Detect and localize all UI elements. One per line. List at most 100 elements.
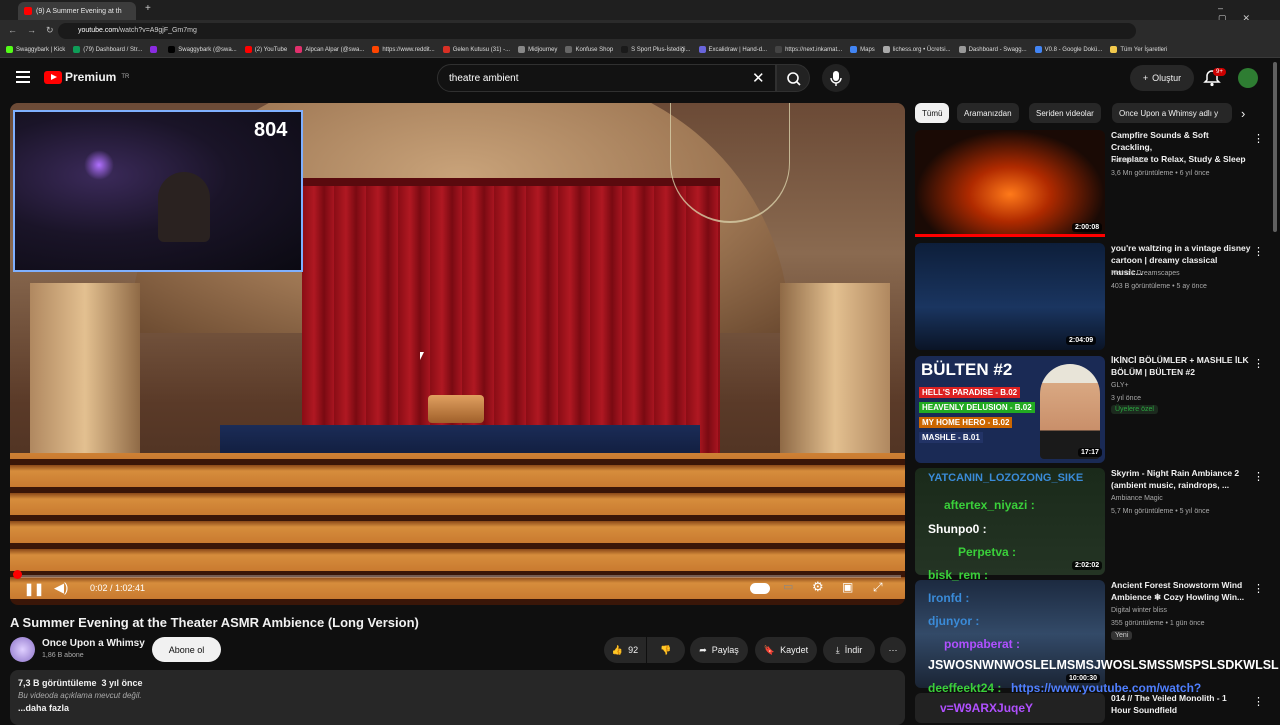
nav-arrows-icon[interactable]: ←→↻: [8, 25, 64, 36]
rec-title-4[interactable]: Skyrim - Night Rain Ambiance 2 (ambient m…: [1111, 468, 1251, 492]
webcam-counter: 804: [254, 119, 288, 141]
share-label: Paylaş: [711, 645, 739, 655]
fullscreen-icon[interactable]: ⤢: [873, 580, 883, 595]
rec-more-icon[interactable]: ⋮: [1253, 357, 1264, 370]
create-button[interactable]: + Oluştur: [1130, 65, 1194, 91]
bookmark-icon: [882, 46, 890, 53]
bookmark-icon: [775, 46, 783, 53]
save-button[interactable]: 🔖 Kaydet: [755, 637, 817, 663]
chevron-right-icon[interactable]: ›: [1241, 106, 1245, 121]
channel-avatar[interactable]: [10, 637, 35, 662]
chat-line: aftertex_niyazi :: [944, 498, 1035, 512]
microphone-icon: [830, 71, 842, 86]
thumb-line: HELL'S PARADISE - B.02: [919, 387, 1021, 398]
bookmark-item[interactable]: (2) YouTube: [244, 46, 287, 53]
rec-channel-5[interactable]: Digital winter bliss: [1111, 607, 1167, 614]
rec-channel-3[interactable]: GLY+: [1111, 382, 1129, 389]
time-display: 0:02 / 1:02:41: [90, 583, 146, 593]
rec-more-icon[interactable]: ⋮: [1253, 470, 1264, 483]
bookmark-icon: [6, 46, 13, 53]
menu-icon[interactable]: [16, 71, 30, 83]
dislike-button[interactable]: 👎: [647, 637, 685, 663]
chip-channel[interactable]: Once Upon a Whimsy adlı y: [1112, 103, 1232, 123]
browser-tab-bar: (9) A Summer Evening at th + –▢✕: [0, 0, 1280, 23]
chip-series[interactable]: Seriden videolar: [1029, 103, 1101, 123]
notification-badge: 9+: [1213, 68, 1226, 76]
rec-thumbnail-1[interactable]: [915, 130, 1105, 237]
search-input[interactable]: theatre ambient: [437, 64, 776, 92]
new-badge: Yeni: [1111, 631, 1133, 640]
bookmark-icon: [850, 46, 858, 53]
chat-line: Shunpo0 :: [928, 522, 987, 536]
bookmark-icon: [295, 46, 303, 53]
rec-more-icon[interactable]: ⋮: [1253, 582, 1264, 595]
url-domain: youtube.com: [78, 27, 119, 34]
new-tab-icon[interactable]: +: [145, 3, 151, 14]
rec-title-3[interactable]: İKİNCİ BÖLÜMLER + MASHLE İLK BÖLÜM | BÜLT…: [1111, 355, 1251, 379]
bookmark-icon: [73, 46, 81, 53]
volume-icon[interactable]: ◀): [54, 580, 68, 596]
rec-more-icon[interactable]: ⋮: [1253, 245, 1264, 258]
description-box[interactable]: 7,3 B görüntüleme 3 yıl önce Bu videoda …: [10, 670, 905, 725]
plus-icon: +: [1142, 73, 1149, 83]
rec-channel-1[interactable]: Nature SFX: [1111, 157, 1148, 164]
subscribe-button[interactable]: Abone ol: [152, 637, 221, 662]
like-button[interactable]: 👍 92: [604, 637, 646, 663]
address-bar[interactable]: youtube.com/watch?v=A9gjF_Gm7mg: [58, 23, 1136, 39]
bookmark-item[interactable]: [150, 46, 160, 53]
chip-all[interactable]: Tümü: [915, 103, 950, 123]
bookmark-item[interactable]: Gelen Kutusu (31) -...: [442, 46, 510, 53]
bookmark-item[interactable]: https://www.reddit...: [372, 46, 435, 53]
bookmark-item[interactable]: https://next.inkamat...: [775, 46, 842, 53]
rec-thumbnail-2[interactable]: [915, 243, 1105, 350]
rec-title-6[interactable]: 014 // The Veiled Monolith - 1 Hour Sound…: [1111, 693, 1251, 717]
subtitles-icon[interactable]: ▭: [783, 580, 793, 593]
progress-scrubber[interactable]: [13, 570, 22, 579]
rec-thumbnail-3[interactable]: BÜLTEN #2 HELL'S PARADISE - B.02 HEAVENL…: [915, 356, 1105, 463]
scrollbar[interactable]: [1273, 62, 1277, 232]
chat-line: pompaberat :: [944, 637, 1021, 651]
browser-tab[interactable]: (9) A Summer Evening at th: [18, 2, 136, 20]
settings-gear-icon[interactable]: ⚙: [812, 579, 824, 595]
bookmark-item[interactable]: V0.8 - Google Dokü...: [1034, 46, 1102, 53]
channel-name[interactable]: Once Upon a Whimsy: [42, 638, 145, 649]
duration-badge: 2:00:08: [1072, 223, 1103, 232]
bookmark-item[interactable]: Konfuse Shop: [565, 46, 613, 53]
bookmark-item[interactable]: Alpcan Alpar (@swa...: [295, 46, 364, 53]
miniplayer-icon[interactable]: ▣: [842, 580, 853, 594]
bookmark-item[interactable]: (79) Dashboard / Str...: [73, 46, 142, 53]
bookmark-item[interactable]: Swaggybark (@swa...: [168, 46, 237, 53]
rec-channel-4[interactable]: Ambiance Magic: [1111, 495, 1163, 502]
voice-search-button[interactable]: [822, 64, 850, 92]
clear-search-icon[interactable]: ✕: [752, 69, 765, 87]
rec-title-5[interactable]: Ancient Forest Snowstorm Wind Ambience ❄ …: [1111, 580, 1251, 604]
rec-channel-2[interactable]: Nemo's Dreamscapes: [1111, 270, 1180, 277]
more-actions-icon[interactable]: ⋯: [880, 637, 906, 663]
avatar[interactable]: [1238, 68, 1258, 88]
bookmark-item[interactable]: Maps: [850, 46, 875, 53]
youtube-logo[interactable]: Premium TR: [44, 70, 129, 84]
bookmark-item[interactable]: lichess.org • Ücretsi...: [882, 46, 951, 53]
bookmark-item[interactable]: Midjourney: [518, 46, 557, 53]
rec-more-icon[interactable]: ⋮: [1253, 132, 1264, 145]
bookmark-icon: [1034, 46, 1042, 53]
search-button[interactable]: [776, 64, 810, 92]
bookmark-item[interactable]: Dashboard - Swagg...: [958, 46, 1027, 53]
bookmark-icon: [244, 46, 252, 53]
progress-bar[interactable]: [14, 575, 901, 578]
bookmark-item[interactable]: Excalidraw | Hand-d...: [698, 46, 767, 53]
autoplay-toggle[interactable]: [750, 583, 770, 594]
chip-from-search[interactable]: Aramanızdan: [957, 103, 1019, 123]
pause-icon[interactable]: ❚❚: [24, 582, 44, 596]
stage-prop: [428, 395, 484, 423]
show-more-link[interactable]: ...daha fazla: [18, 703, 897, 713]
rec-more-icon[interactable]: ⋮: [1253, 695, 1264, 708]
share-button[interactable]: ➦ Paylaş: [690, 637, 748, 663]
download-button[interactable]: ⤓ İndir: [823, 637, 875, 663]
youtube-play-icon: [44, 70, 62, 84]
bookmark-item[interactable]: Tüm Yer İşaretleri: [1110, 46, 1167, 53]
thumbs-up-icon: 👍: [611, 644, 624, 655]
bookmark-icon: [442, 46, 450, 53]
bookmark-item[interactable]: S Sport Plus-İstediği...: [621, 46, 691, 53]
bookmark-item[interactable]: Swaggybark | Kick: [6, 46, 65, 53]
